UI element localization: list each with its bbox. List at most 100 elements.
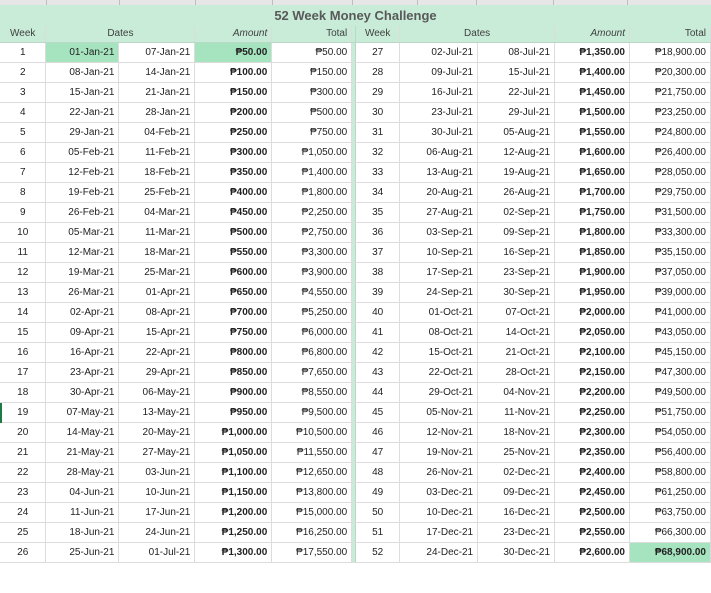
amount-cell[interactable]: ₱2,550.00	[554, 522, 630, 543]
total-cell[interactable]: ₱31,500.00	[629, 202, 711, 223]
total-cell[interactable]: ₱28,050.00	[629, 162, 711, 183]
week-cell[interactable]: 33	[355, 162, 401, 183]
end-date-cell[interactable]: 07-Jan-21	[118, 42, 196, 63]
end-date-cell[interactable]: 18-Mar-21	[118, 242, 196, 263]
end-date-cell[interactable]: 30-Dec-21	[477, 542, 556, 563]
week-cell[interactable]: 22	[0, 462, 47, 483]
amount-cell[interactable]: ₱350.00	[194, 162, 273, 183]
end-date-cell[interactable]: 19-Aug-21	[477, 162, 556, 183]
start-date-cell[interactable]: 22-Jan-21	[45, 102, 120, 123]
amount-cell[interactable]: ₱2,500.00	[554, 502, 630, 523]
total-cell[interactable]: ₱8,550.00	[271, 382, 353, 403]
week-cell[interactable]: 14	[0, 302, 47, 323]
end-date-cell[interactable]: 22-Jul-21	[477, 82, 556, 103]
week-cell[interactable]: 43	[355, 362, 401, 383]
amount-cell[interactable]: ₱1,900.00	[554, 262, 630, 283]
start-date-cell[interactable]: 28-May-21	[45, 462, 120, 483]
total-cell[interactable]: ₱37,050.00	[629, 262, 711, 283]
end-date-cell[interactable]: 28-Oct-21	[477, 362, 556, 383]
total-cell[interactable]: ₱39,000.00	[629, 282, 711, 303]
week-cell[interactable]: 2	[0, 62, 47, 83]
end-date-cell[interactable]: 07-Oct-21	[477, 302, 556, 323]
start-date-cell[interactable]: 09-Apr-21	[45, 322, 120, 343]
week-cell[interactable]: 16	[0, 342, 47, 363]
amount-cell[interactable]: ₱300.00	[194, 142, 273, 163]
amount-cell[interactable]: ₱1,700.00	[554, 182, 630, 203]
total-cell[interactable]: ₱56,400.00	[629, 442, 711, 463]
total-cell[interactable]: ₱12,650.00	[271, 462, 353, 483]
start-date-cell[interactable]: 12-Mar-21	[45, 242, 120, 263]
start-date-cell[interactable]: 05-Mar-21	[45, 222, 120, 243]
amount-cell[interactable]: ₱2,350.00	[554, 442, 630, 463]
start-date-cell[interactable]: 10-Sep-21	[399, 242, 479, 263]
total-cell[interactable]: ₱1,800.00	[271, 182, 353, 203]
week-cell[interactable]: 36	[355, 222, 401, 243]
end-date-cell[interactable]: 29-Jul-21	[477, 102, 556, 123]
week-cell[interactable]: 26	[0, 542, 47, 563]
amount-cell[interactable]: ₱1,550.00	[554, 122, 630, 143]
week-cell[interactable]: 30	[355, 102, 401, 123]
week-cell[interactable]: 7	[0, 162, 47, 183]
start-date-cell[interactable]: 26-Nov-21	[399, 462, 479, 483]
start-date-cell[interactable]: 16-Apr-21	[45, 342, 120, 363]
total-cell[interactable]: ₱23,250.00	[629, 102, 711, 123]
start-date-cell[interactable]: 02-Apr-21	[45, 302, 120, 323]
start-date-cell[interactable]: 07-May-21	[45, 402, 120, 423]
end-date-cell[interactable]: 04-Feb-21	[118, 122, 196, 143]
amount-cell[interactable]: ₱1,350.00	[554, 42, 630, 63]
start-date-cell[interactable]: 24-Sep-21	[399, 282, 479, 303]
end-date-cell[interactable]: 22-Apr-21	[118, 342, 196, 363]
week-cell[interactable]: 29	[355, 82, 401, 103]
amount-cell[interactable]: ₱2,250.00	[554, 402, 630, 423]
total-cell[interactable]: ₱1,050.00	[271, 142, 353, 163]
total-cell[interactable]: ₱7,650.00	[271, 362, 353, 383]
end-date-cell[interactable]: 30-Sep-21	[477, 282, 556, 303]
start-date-cell[interactable]: 30-Jul-21	[399, 122, 479, 143]
start-date-cell[interactable]: 17-Sep-21	[399, 262, 479, 283]
end-date-cell[interactable]: 29-Apr-21	[118, 362, 196, 383]
total-cell[interactable]: ₱2,750.00	[271, 222, 353, 243]
end-date-cell[interactable]: 02-Dec-21	[477, 462, 556, 483]
week-cell[interactable]: 13	[0, 282, 47, 303]
total-cell[interactable]: ₱33,300.00	[629, 222, 711, 243]
end-date-cell[interactable]: 24-Jun-21	[118, 522, 196, 543]
end-date-cell[interactable]: 21-Oct-21	[477, 342, 556, 363]
total-cell[interactable]: ₱9,500.00	[271, 402, 353, 423]
start-date-cell[interactable]: 03-Dec-21	[399, 482, 479, 503]
amount-cell[interactable]: ₱1,100.00	[194, 462, 273, 483]
start-date-cell[interactable]: 22-Oct-21	[399, 362, 479, 383]
amount-cell[interactable]: ₱2,300.00	[554, 422, 630, 443]
week-cell[interactable]: 35	[355, 202, 401, 223]
start-date-cell[interactable]: 24-Dec-21	[399, 542, 479, 563]
week-cell[interactable]: 37	[355, 242, 401, 263]
total-cell[interactable]: ₱47,300.00	[629, 362, 711, 383]
end-date-cell[interactable]: 16-Dec-21	[477, 502, 556, 523]
week-cell[interactable]: 31	[355, 122, 401, 143]
start-date-cell[interactable]: 10-Dec-21	[399, 502, 479, 523]
end-date-cell[interactable]: 23-Dec-21	[477, 522, 556, 543]
end-date-cell[interactable]: 13-May-21	[118, 402, 196, 423]
total-cell[interactable]: ₱20,300.00	[629, 62, 711, 83]
week-cell[interactable]: 1	[0, 42, 47, 63]
start-date-cell[interactable]: 15-Jan-21	[45, 82, 120, 103]
amount-cell[interactable]: ₱600.00	[194, 262, 273, 283]
amount-cell[interactable]: ₱650.00	[194, 282, 273, 303]
total-cell[interactable]: ₱35,150.00	[629, 242, 711, 263]
total-cell[interactable]: ₱750.00	[271, 122, 353, 143]
amount-cell[interactable]: ₱2,050.00	[554, 322, 630, 343]
week-cell[interactable]: 4	[0, 102, 47, 123]
end-date-cell[interactable]: 11-Feb-21	[118, 142, 196, 163]
amount-cell[interactable]: ₱1,650.00	[554, 162, 630, 183]
start-date-cell[interactable]: 12-Nov-21	[399, 422, 479, 443]
total-cell[interactable]: ₱500.00	[271, 102, 353, 123]
amount-cell[interactable]: ₱1,950.00	[554, 282, 630, 303]
amount-cell[interactable]: ₱1,450.00	[554, 82, 630, 103]
total-cell[interactable]: ₱1,400.00	[271, 162, 353, 183]
total-cell[interactable]: ₱16,250.00	[271, 522, 353, 543]
amount-cell[interactable]: ₱2,600.00	[554, 542, 630, 563]
end-date-cell[interactable]: 26-Aug-21	[477, 182, 556, 203]
amount-cell[interactable]: ₱550.00	[194, 242, 273, 263]
total-cell[interactable]: ₱6,000.00	[271, 322, 353, 343]
amount-cell[interactable]: ₱2,450.00	[554, 482, 630, 503]
start-date-cell[interactable]: 29-Oct-21	[399, 382, 479, 403]
